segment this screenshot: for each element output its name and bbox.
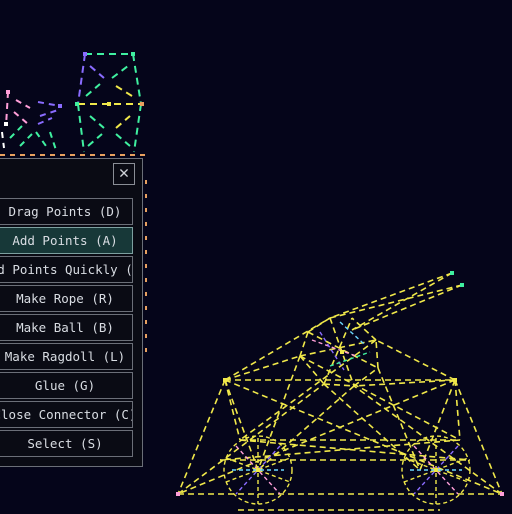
tool-label: Make Ragdoll (L) (4, 349, 126, 364)
cannon-structure (177, 272, 503, 511)
close-button[interactable]: ✕ (113, 163, 135, 185)
tool-label: Make Rope (R) (16, 291, 114, 306)
tool-drag-points[interactable]: Drag Points (D) (0, 198, 133, 225)
tool-label: Drag Points (D) (8, 204, 122, 219)
tool-label: Glue (G) (34, 378, 96, 393)
left-figure-points (4, 90, 62, 126)
tool-panel: ✕ Drag Points (D) Add Points (A) Add Poi… (0, 158, 143, 467)
left-figure (1, 91, 61, 151)
tool-label: Make Ball (B) (16, 320, 114, 335)
tool-label: Close Connector (C) (0, 407, 133, 422)
tool-label: Add Points (A) (12, 233, 118, 248)
tool-glue[interactable]: Glue (G) (0, 372, 133, 399)
tool-make-rope[interactable]: Make Rope (R) (0, 285, 133, 312)
tool-label: Add Points Quickly (Q) (0, 262, 133, 277)
tool-label: Select (S) (27, 436, 103, 451)
turret-detail (311, 321, 371, 371)
tool-make-ball[interactable]: Make Ball (B) (0, 314, 133, 341)
tool-close-connector[interactable]: Close Connector (C) (0, 401, 133, 428)
tool-make-ragdoll[interactable]: Make Ragdoll (L) (0, 343, 133, 370)
tool-select[interactable]: Select (S) (0, 430, 133, 457)
tool-add-points[interactable]: Add Points (A) (0, 227, 133, 254)
tool-add-points-quickly[interactable]: Add Points Quickly (Q) (0, 256, 133, 283)
